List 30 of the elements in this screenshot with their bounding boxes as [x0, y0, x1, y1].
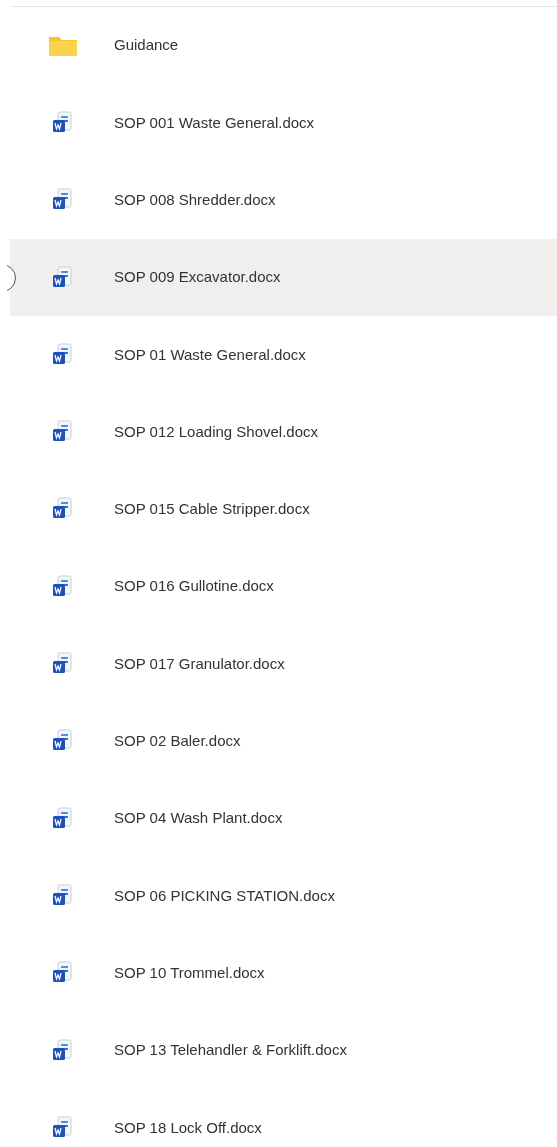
file-row[interactable]: SOP 18 Lock Off.docx	[10, 1089, 557, 1147]
file-name: SOP 009 Excavator.docx	[114, 267, 281, 288]
file-row[interactable]: SOP 015 Cable Stripper.docx	[10, 470, 557, 549]
file-name: SOP 13 Telehandler & Forklift.docx	[114, 1040, 347, 1061]
file-row[interactable]: SOP 012 Loading Shovel.docx	[10, 393, 557, 471]
file-row[interactable]: SOP 10 Trommel.docx	[10, 934, 557, 1012]
file-row[interactable]: SOP 13 Telehandler & Forklift.docx	[10, 1011, 557, 1090]
file-name: SOP 012 Loading Shovel.docx	[114, 421, 319, 442]
file-row[interactable]: SOP 017 Granulator.docx	[10, 625, 557, 703]
file-name: SOP 017 Granulator.docx	[114, 653, 285, 674]
file-row[interactable]: SOP 06 PICKING STATION.docx	[10, 857, 557, 935]
file-row[interactable]: SOP 01 Waste General.docx	[10, 316, 557, 394]
file-name: SOP 01 Waste General.docx	[114, 344, 306, 365]
file-name: SOP 008 Shredder.docx	[114, 190, 276, 210]
file-name: SOP 02 Baler.docx	[114, 731, 241, 752]
file-name: SOP 016 Gullotine.docx	[114, 576, 274, 597]
file-row[interactable]: SOP 02 Baler.docx	[10, 702, 557, 780]
file-name: SOP 04 Wash Plant.docx	[114, 808, 283, 829]
file-row[interactable]: SOP 008 Shredder.docx	[10, 161, 557, 239]
file-name: SOP 015 Cable Stripper.docx	[114, 499, 310, 520]
file-name: Guidance	[114, 35, 179, 56]
file-row[interactable]: SOP 04 Wash Plant.docx	[10, 779, 557, 858]
file-name: SOP 18 Lock Off.docx	[114, 1117, 262, 1138]
file-name: SOP 10 Trommel.docx	[114, 962, 265, 983]
file-row[interactable]: SOP 016 Gullotine.docx	[10, 548, 557, 626]
file-row[interactable]: Guidance	[10, 7, 557, 85]
file-name: SOP 06 PICKING STATION.docx	[114, 885, 335, 906]
file-name: SOP 001 Waste General.docx	[114, 112, 315, 133]
file-row[interactable]: SOP 001 Waste General.docx	[10, 84, 557, 162]
file-row[interactable]: SOP 009 Excavator.docx	[10, 238, 557, 317]
